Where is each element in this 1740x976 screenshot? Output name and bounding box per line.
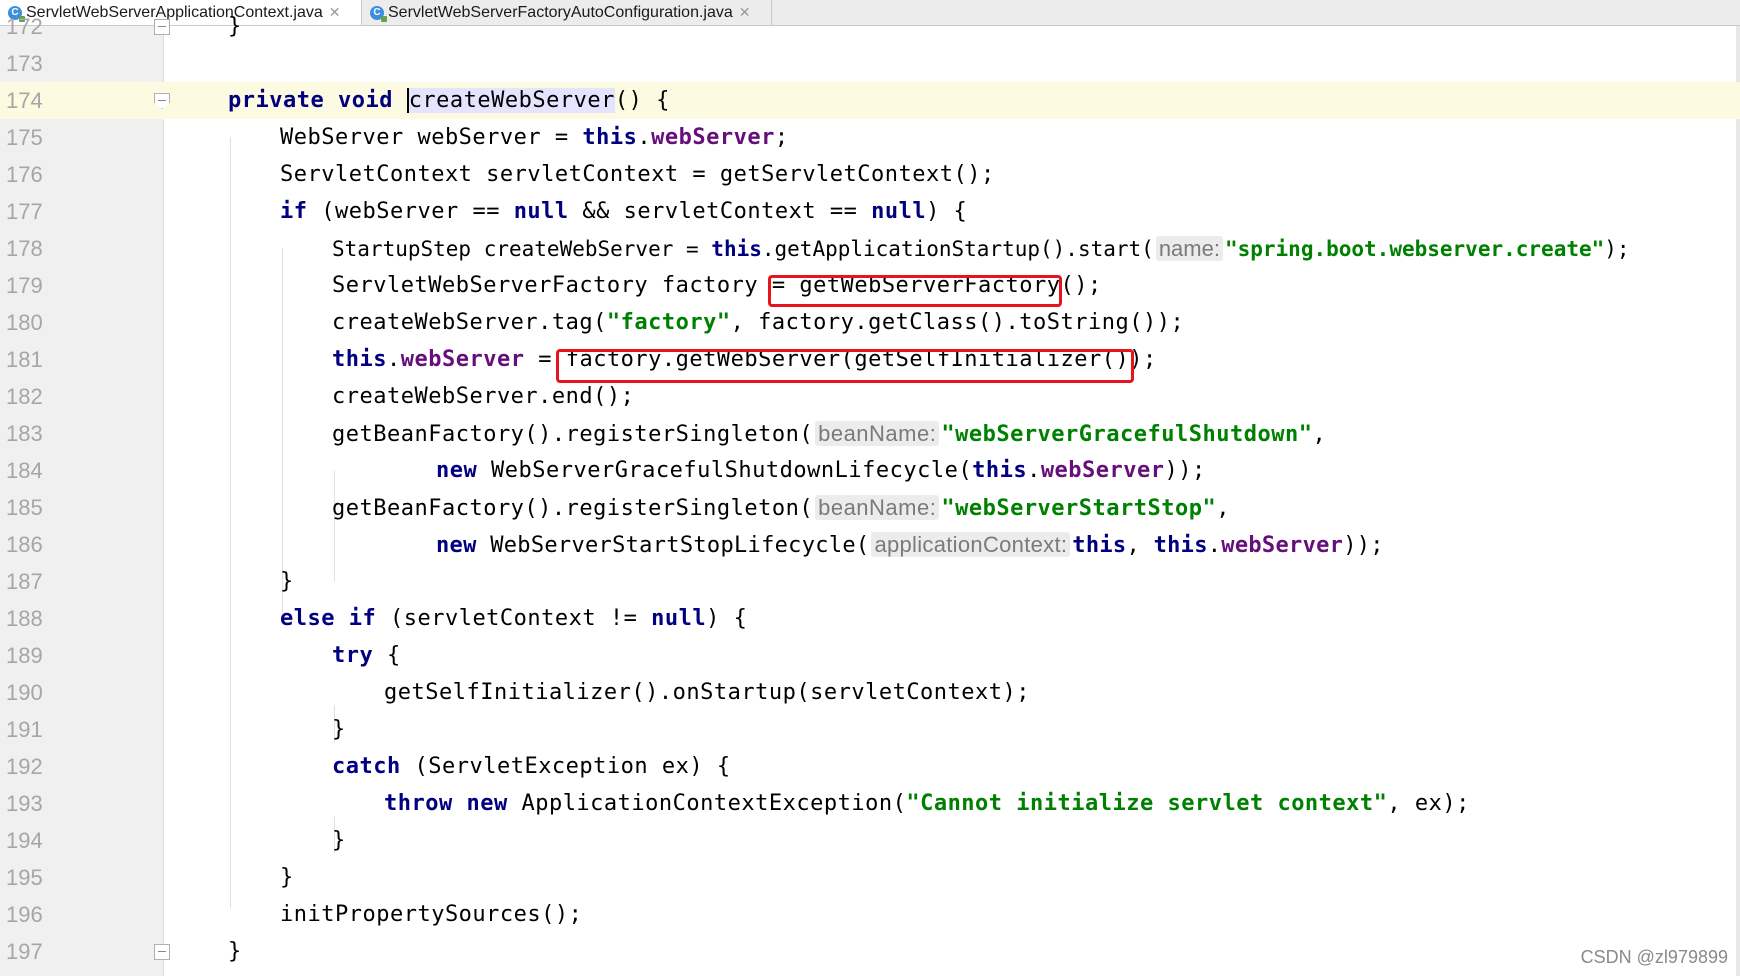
line-number: 181 (6, 347, 43, 372)
code-line[interactable]: 172 } (0, 8, 1740, 45)
code-text: } (280, 569, 294, 594)
line-number: 172 (6, 14, 43, 39)
code-text: new WebServerStartStopLifecycle(applicat… (436, 532, 1384, 558)
code-text: } (228, 14, 242, 39)
line-number: 188 (6, 606, 43, 631)
line-number: 179 (6, 273, 43, 298)
parameter-hint: beanName: (815, 421, 940, 446)
line-number: 186 (6, 532, 43, 557)
code-text: private void createWebServer() { (228, 88, 670, 113)
code-line[interactable]: 192 catch (ServletException ex) { (0, 748, 1740, 785)
fold-end-icon[interactable] (154, 944, 170, 960)
code-line-caret[interactable]: 174 private void createWebServer() { (0, 82, 1740, 119)
line-number: 174 (0, 82, 163, 119)
code-text: catch (ServletException ex) { (332, 754, 731, 779)
line-number: 192 (6, 754, 43, 779)
line-number: 197 (6, 939, 43, 964)
code-text: createWebServer.tag("factory", factory.g… (332, 310, 1185, 335)
code-text: else if (servletContext != null) { (280, 606, 748, 631)
code-line[interactable]: 194 } (0, 822, 1740, 859)
code-editor[interactable]: 172 } 173 174 private void createWebServ… (0, 14, 1740, 976)
line-number: 178 (6, 236, 43, 261)
code-line[interactable]: 195 } (0, 859, 1740, 896)
code-line[interactable]: 186 new WebServerStartStopLifecycle(appl… (0, 526, 1740, 563)
parameter-hint: beanName: (815, 495, 940, 520)
code-line[interactable]: 190 getSelfInitializer().onStartup(servl… (0, 674, 1740, 711)
code-text: getSelfInitializer().onStartup(servletCo… (384, 680, 1031, 705)
parameter-hint: applicationContext: (871, 532, 1071, 557)
line-number: 180 (6, 310, 43, 335)
code-line[interactable]: 197 } (0, 933, 1740, 970)
highlight-box-get-web-server-factory (768, 275, 1062, 307)
code-line[interactable]: 184 new WebServerGracefulShutdownLifecyc… (0, 452, 1740, 489)
line-number: 184 (6, 458, 43, 483)
code-line[interactable]: 177 if (webServer == null && servletCont… (0, 193, 1740, 230)
code-line[interactable]: 178 StartupStep createWebServer = this.g… (0, 230, 1740, 267)
line-number: 196 (6, 902, 43, 927)
code-line[interactable]: 183 getBeanFactory().registerSingleton(b… (0, 415, 1740, 452)
line-number: 175 (6, 125, 43, 150)
line-number: 176 (6, 162, 43, 187)
parameter-hint: name: (1155, 236, 1223, 261)
code-text: getBeanFactory().registerSingleton(beanN… (332, 495, 1230, 521)
code-line[interactable]: 185 getBeanFactory().registerSingleton(b… (0, 489, 1740, 526)
highlight-box-factory-get-web-server (556, 349, 1134, 383)
line-number: 194 (6, 828, 43, 853)
code-text: WebServer webServer = this.webServer; (280, 125, 789, 150)
code-line[interactable]: 173 (0, 45, 1740, 82)
code-line[interactable]: 191 } (0, 711, 1740, 748)
line-number: 191 (6, 717, 43, 742)
code-text: } (332, 717, 346, 742)
line-number: 182 (6, 384, 43, 409)
code-line[interactable]: 189 try { (0, 637, 1740, 674)
line-number: 189 (6, 643, 43, 668)
line-number: 190 (6, 680, 43, 705)
code-text: } (332, 828, 346, 853)
code-text: initPropertySources(); (280, 902, 583, 927)
code-line[interactable]: 193 throw new ApplicationContextExceptio… (0, 785, 1740, 822)
code-line[interactable]: 175 WebServer webServer = this.webServer… (0, 119, 1740, 156)
code-line[interactable]: 180 createWebServer.tag("factory", facto… (0, 304, 1740, 341)
code-line[interactable]: 196 initPropertySources(); (0, 896, 1740, 933)
code-text: try { (332, 643, 401, 668)
fold-end-icon[interactable] (154, 19, 170, 35)
code-text: new WebServerGracefulShutdownLifecycle(t… (436, 458, 1206, 483)
code-line[interactable]: 182 createWebServer.end(); (0, 378, 1740, 415)
line-number: 193 (6, 791, 43, 816)
watermark: CSDN @zl979899 (1580, 947, 1728, 967)
code-text: StartupStep createWebServer = this.getAp… (332, 236, 1630, 261)
code-text: } (228, 939, 242, 964)
code-text: createWebServer.end(); (332, 384, 635, 409)
line-number: 187 (6, 569, 43, 594)
code-line[interactable]: 176 ServletContext servletContext = getS… (0, 156, 1740, 193)
code-text: } (280, 865, 294, 890)
code-text: ServletContext servletContext = getServl… (280, 162, 995, 187)
code-line[interactable]: 188 else if (servletContext != null) { (0, 600, 1740, 637)
code-text: if (webServer == null && servletContext … (280, 199, 968, 224)
code-line[interactable]: 187 } (0, 563, 1740, 600)
code-text: getBeanFactory().registerSingleton(beanN… (332, 421, 1327, 447)
line-number: 185 (6, 495, 43, 520)
line-number: 173 (6, 51, 43, 76)
code-text: throw new ApplicationContextException("C… (384, 791, 1470, 816)
line-number: 195 (6, 865, 43, 890)
line-number: 183 (6, 421, 43, 446)
line-number: 177 (6, 199, 43, 224)
